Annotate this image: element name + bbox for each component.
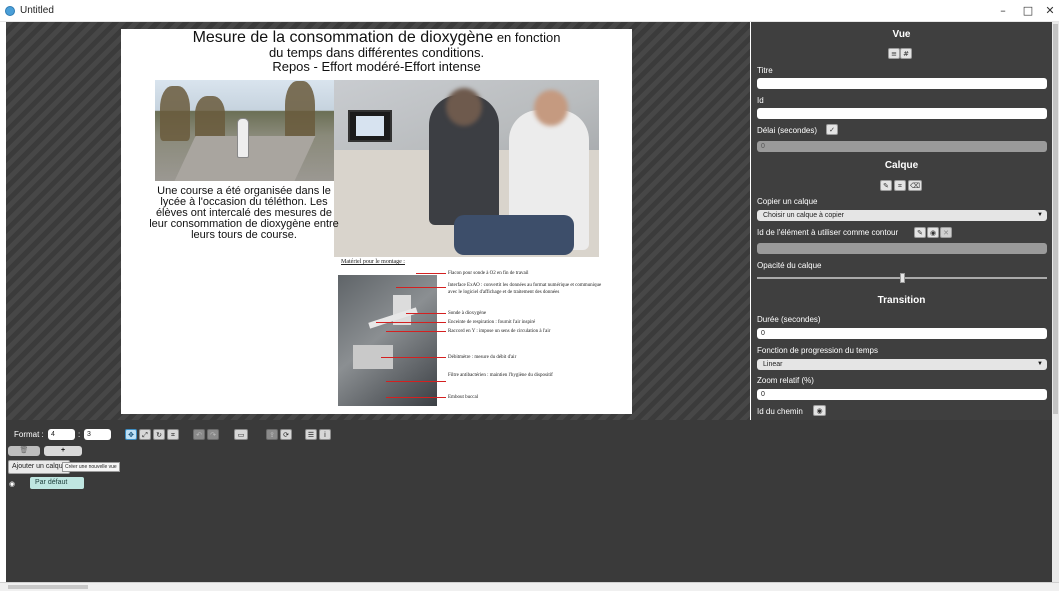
chemin-label: Id du chemin xyxy=(757,407,803,416)
delete-view-button[interactable]: 🗑 xyxy=(8,446,40,456)
setup-photo[interactable] xyxy=(338,275,437,406)
export-icon[interactable]: ⇪ xyxy=(266,429,278,440)
move-tool-icon[interactable]: ✥ xyxy=(125,429,137,440)
pencil-icon[interactable]: ✎ xyxy=(914,227,926,238)
edit-layer-icon[interactable]: ✎ xyxy=(880,180,892,191)
callout-item: Débitmètre : mesure du débit d'air xyxy=(448,355,517,360)
eye-icon[interactable]: ◉ xyxy=(813,405,826,416)
fonction-select[interactable]: Linear ▼ xyxy=(757,359,1047,370)
callout-item: Raccord en Y : impose un sens de circula… xyxy=(448,329,551,334)
info-icon[interactable]: i xyxy=(319,429,331,440)
callout-item: Filtre antibactérien : maintien l'hygièn… xyxy=(448,373,553,378)
crop-tool-icon[interactable]: ⌗ xyxy=(167,429,179,440)
canvas-area[interactable]: Mesure de la consommation de dioxygène e… xyxy=(6,22,750,420)
app-icon xyxy=(5,6,15,16)
callout-item: Enceinte de respiration : fournit l'air … xyxy=(448,320,536,325)
redo-icon[interactable]: ↷ xyxy=(207,429,219,440)
eye-icon[interactable]: ◉ xyxy=(927,227,939,238)
copier-select[interactable]: Choisir un calque à copier ▼ xyxy=(757,210,1047,221)
vertical-scrollbar[interactable] xyxy=(1052,22,1059,582)
clear-icon[interactable]: ✕ xyxy=(940,227,952,238)
callout-item: Interface ExAO : convertit les données a… xyxy=(448,283,602,295)
slide-body-text: Une course a été organisée dans le lycée… xyxy=(149,185,339,241)
id-input[interactable] xyxy=(757,108,1047,119)
slide[interactable]: Mesure de la consommation de dioxygène e… xyxy=(121,29,632,414)
refresh-icon[interactable]: ⟳ xyxy=(280,429,292,440)
slide-title-main: Mesure de la consommation de dioxygène xyxy=(192,29,494,46)
properties-panel: Vue ≡ # Titre Id Délai (secondes) ✓ 0 Ca… xyxy=(751,22,1052,420)
crop-layer-icon[interactable]: ⌗ xyxy=(894,180,906,191)
id-label: Id xyxy=(757,96,764,105)
titre-label: Titre xyxy=(757,66,773,75)
hash-view-button[interactable]: # xyxy=(900,48,912,59)
opacite-label: Opacité du calque xyxy=(757,261,822,270)
callouts: Flacon pour sonde à O2 en fin de travail… xyxy=(376,269,626,409)
slide-title-tail: en fonction xyxy=(493,30,561,45)
lab-photo[interactable] xyxy=(334,80,599,257)
presentation-icon[interactable]: ▭ xyxy=(234,429,248,440)
materiel-label: Matériel pour le montage : xyxy=(341,259,405,265)
maximize-button[interactable]: □ xyxy=(1020,3,1036,19)
settings-icon[interactable]: ☰ xyxy=(305,429,317,440)
callout-item: Embout buccal xyxy=(448,395,479,400)
tooltip: Créer une nouvelle vue xyxy=(62,462,120,472)
format-width-input[interactable]: 4 xyxy=(48,429,75,440)
undo-icon[interactable]: ↶ xyxy=(193,429,205,440)
delai-label: Délai (secondes) xyxy=(757,126,818,135)
duree-input[interactable]: 0 xyxy=(757,328,1047,339)
chevron-down-icon: ▼ xyxy=(1037,212,1043,218)
fonction-select-value: Linear xyxy=(763,361,783,368)
callout-item: Sonde à dioxygène xyxy=(448,311,487,316)
window-titlebar: Untitled – □ ✕ xyxy=(0,0,1059,22)
delai-input[interactable]: 0 xyxy=(757,141,1047,152)
opacite-slider[interactable] xyxy=(757,273,1047,283)
copier-label: Copier un calque xyxy=(757,197,818,206)
duree-label: Durée (secondes) xyxy=(757,315,821,324)
format-label: Format : xyxy=(14,430,44,439)
runner-figure xyxy=(237,118,249,158)
transition-section-title: Transition xyxy=(877,295,926,306)
add-view-button[interactable]: + xyxy=(44,446,82,456)
contour-input[interactable] xyxy=(757,243,1047,254)
running-photo[interactable] xyxy=(155,80,334,181)
opacite-slider-thumb[interactable] xyxy=(899,273,905,283)
format-height-input[interactable]: 3 xyxy=(84,429,111,440)
slide-title: Mesure de la consommation de dioxygène e… xyxy=(121,29,632,46)
resize-tool-icon[interactable]: ⤢ xyxy=(139,429,151,440)
bottom-panel: Format : 4 : 3 ✥ ⤢ ↻ ⌗ ↶ ↷ ▭ ⇪ ⟳ ☰ i 🗑 +… xyxy=(6,420,1052,582)
rotate-tool-icon[interactable]: ↻ xyxy=(153,429,165,440)
callout-item: Flacon pour sonde à O2 en fin de travail xyxy=(448,271,529,276)
slide-title-line3: Repos - Effort modéré-Effort intense xyxy=(272,59,481,74)
horizontal-scrollbar[interactable] xyxy=(0,582,1059,591)
titre-input[interactable] xyxy=(757,78,1047,89)
contour-label: Id de l'élément à utiliser comme contour xyxy=(757,228,899,237)
calque-section-title: Calque xyxy=(884,160,919,171)
monitor-figure xyxy=(348,110,392,142)
list-view-button[interactable]: ≡ xyxy=(888,48,900,59)
layer-visibility-eye-icon[interactable]: ◉ xyxy=(9,480,15,488)
minimize-button[interactable]: – xyxy=(995,3,1011,19)
vue-section-title: Vue xyxy=(892,29,911,40)
delai-checkbox[interactable]: ✓ xyxy=(826,124,838,135)
zoom-input[interactable]: 0 xyxy=(757,389,1047,400)
window-title: Untitled xyxy=(20,5,54,16)
copier-select-value: Choisir un calque à copier xyxy=(763,212,844,219)
format-separator: : xyxy=(78,430,81,439)
fonction-label: Fonction de progression du temps xyxy=(757,346,878,355)
layer-item-default[interactable]: Par défaut xyxy=(30,477,84,489)
erase-layer-icon[interactable]: ⌫ xyxy=(908,180,922,191)
zoom-label: Zoom relatif (%) xyxy=(757,376,814,385)
chevron-down-icon: ▼ xyxy=(1037,361,1043,367)
slide-title-line2: du temps dans différentes conditions. xyxy=(268,45,485,60)
close-button[interactable]: ✕ xyxy=(1042,3,1058,19)
